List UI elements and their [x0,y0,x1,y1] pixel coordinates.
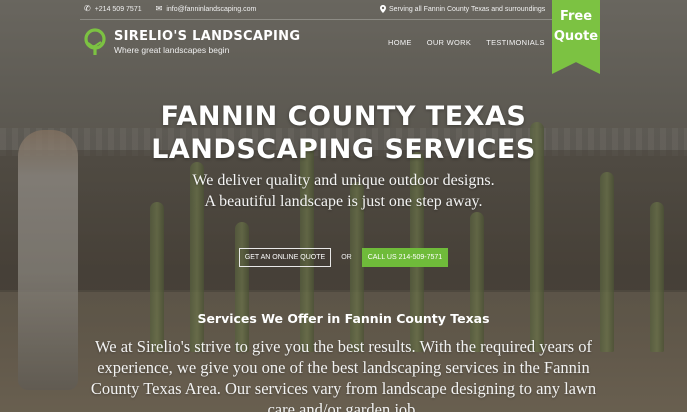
phone-contact[interactable]: ✆ +214 509 7571 [84,5,142,13]
call-us-button[interactable]: CALL US 214-509-7571 [361,248,449,267]
phone-text[interactable]: +214 509 7571 [95,6,142,13]
hero-title-line1: FANNIN COUNTY TEXAS [160,101,527,132]
email-contact[interactable]: ✉ info@fanninlandscaping.com [156,5,257,13]
service-area-text: Serving all Fannin County Texas and surr… [389,5,546,13]
online-quote-button[interactable]: GET AN ONLINE QUOTE [238,248,332,267]
brand-name[interactable]: SIRELIO'S LANDSCAPING [114,29,300,44]
envelope-icon: ✉ [155,4,163,13]
map-pin-icon [380,5,386,13]
logo-text: SIRELIO'S LANDSCAPING Where great landsc… [114,29,300,55]
service-area: Serving all Fannin County Texas and surr… [380,5,545,13]
nav-item-testimonials[interactable]: TESTIMONIALS [486,38,545,47]
free-quote-line2: Quote [553,29,599,44]
tree-logo-icon [84,28,106,55]
brand-tagline: Where great landscapes begin [114,45,230,55]
nav-item-our-work[interactable]: OUR WORK [427,38,471,47]
services-heading: Services We Offer in Fannin County Texas [197,311,490,326]
hero-title-line2: LANDSCAPING SERVICES [151,134,536,165]
hero-title: FANNIN COUNTY TEXAS LANDSCAPING SERVICES [0,100,687,166]
contact-info: ✆ +214 509 7571 ✉ info@fanninlandscaping… [84,5,256,13]
main-nav: HOME OUR WORK TESTIMONIALS [388,38,545,47]
free-quote-line1: Free [559,9,593,24]
hero-subtitle-line2: A beautiful landscape is just one step a… [204,193,483,210]
services-description: We at Sirelio's strive to give you the b… [90,337,597,412]
email-text[interactable]: info@fanninlandscaping.com [166,6,256,13]
phone-icon: ✆ [84,4,91,13]
hero-subtitle: We deliver quality and unique outdoor de… [0,170,687,212]
cta-or-text: OR [341,254,352,261]
site-logo[interactable]: SIRELIO'S LANDSCAPING Where great landsc… [82,28,300,56]
hero-subtitle-line1: We deliver quality and unique outdoor de… [192,172,495,189]
nav-item-home[interactable]: HOME [388,38,412,47]
hero-cta-group: GET AN ONLINE QUOTE OR CALL US 214-509-7… [0,248,687,267]
